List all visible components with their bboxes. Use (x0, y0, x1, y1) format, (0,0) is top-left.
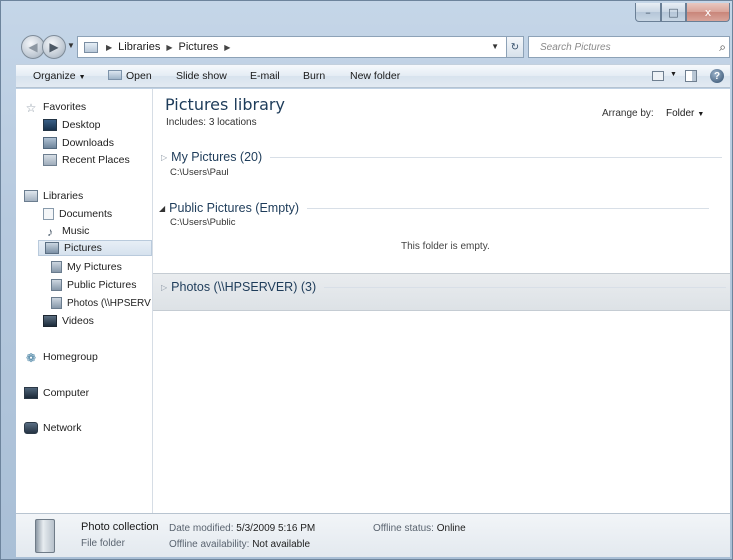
search-input[interactable]: Search Pictures ⌕ (528, 36, 730, 58)
slideshow-button[interactable]: Slide show (176, 70, 227, 82)
chevron-down-icon: ▼ (697, 111, 705, 118)
details-offline-status: Offline status: Online (373, 523, 466, 534)
group-my-pictures[interactable]: ▷ My Pictures (20) (161, 150, 730, 164)
nav-homegroup[interactable]: ❁ Homegroup (24, 349, 98, 365)
nav-my-pictures[interactable]: My Pictures (51, 259, 122, 275)
nav-documents[interactable]: Documents (43, 206, 112, 222)
details-type: File folder (81, 538, 125, 549)
group-divider (270, 156, 723, 158)
back-arrow-icon: ◀ (28, 40, 38, 54)
group-divider (307, 207, 710, 209)
includes-label: Includes: (166, 117, 207, 128)
network-icon (24, 422, 38, 434)
group-path: C:\Users\Paul (170, 167, 229, 178)
navigation-pane: ☆ Favorites Desktop Downloads Recent Plac… (16, 89, 153, 513)
address-row: ◀ ▶ ▼ ▶ Libraries ▶ Pictures ▶ ▼ ↻ Searc… (15, 34, 730, 60)
nav-desktop[interactable]: Desktop (43, 117, 101, 133)
nav-recent-places[interactable]: Recent Places (43, 152, 130, 168)
forward-button[interactable]: ▶ (42, 35, 66, 59)
group-header: ▷ Photos (\\HPSERVER) (3) (161, 280, 726, 294)
page-title: Pictures library (165, 95, 285, 114)
nav-pictures[interactable]: Pictures (38, 240, 152, 256)
burn-button[interactable]: Burn (303, 70, 325, 82)
email-button[interactable]: E-mail (250, 70, 280, 82)
documents-icon (43, 208, 54, 220)
chevron-right-icon[interactable]: ▶ (224, 43, 230, 52)
refresh-button[interactable]: ↻ (506, 36, 524, 58)
organize-menu[interactable]: Organize ▼ (33, 70, 86, 82)
empty-folder-message: This folder is empty. (401, 241, 490, 252)
minimize-button[interactable]: – (635, 3, 661, 22)
includes-locations-link[interactable]: 3 locations (209, 117, 257, 128)
search-icon[interactable]: ⌕ (719, 40, 726, 55)
details-pane: Photo collection File folder Date modifi… (16, 513, 730, 557)
search-placeholder: Search Pictures (540, 41, 611, 53)
forward-arrow-icon: ▶ (49, 40, 59, 54)
maximize-button[interactable]: □ (661, 3, 686, 22)
nav-photos-hpserver[interactable]: Photos (\\HPSERV (51, 295, 151, 311)
open-button[interactable]: Open (108, 70, 152, 82)
collapse-arrow-icon[interactable]: ◢ (159, 204, 165, 213)
library-icon (84, 41, 98, 53)
expand-arrow-icon[interactable]: ▷ (161, 283, 167, 292)
photo-collection-icon (35, 519, 55, 553)
chevron-right-icon[interactable]: ▶ (106, 43, 112, 52)
details-name: Photo collection (81, 521, 159, 533)
nav-network[interactable]: Network (24, 420, 82, 436)
folder-icon (51, 261, 62, 273)
computer-icon (24, 387, 38, 399)
libraries-icon (24, 190, 38, 202)
new-folder-button[interactable]: New folder (350, 70, 400, 82)
star-icon: ☆ (25, 101, 37, 115)
preview-pane-icon[interactable] (685, 70, 697, 82)
help-icon[interactable]: ? (710, 69, 724, 83)
folder-icon (51, 279, 62, 291)
open-icon (108, 70, 122, 80)
music-icon: ♪ (47, 225, 53, 239)
nav-downloads[interactable]: Downloads (43, 135, 114, 151)
arrange-by-dropdown[interactable]: Folder ▼ (666, 108, 704, 119)
nav-videos[interactable]: Videos (43, 313, 94, 329)
recent-places-icon (43, 154, 57, 166)
address-bar[interactable]: ▶ Libraries ▶ Pictures ▶ ▼ (77, 36, 516, 58)
command-bar: Organize ▼ Open Slide show E-mail Burn Ne… (16, 64, 730, 88)
change-view-icon[interactable] (652, 71, 664, 81)
nav-favorites[interactable]: ☆ Favorites (24, 99, 87, 115)
nav-music[interactable]: ♪ Music (43, 223, 89, 239)
window-controls: – □ x (635, 3, 730, 22)
arrange-by-label: Arrange by: (602, 108, 654, 119)
group-divider (324, 286, 726, 288)
nav-libraries[interactable]: Libraries (24, 188, 83, 204)
view-options-chevron-icon[interactable]: ▼ (670, 71, 677, 78)
content-pane: Pictures library Includes: 3 locations A… (153, 89, 730, 513)
explorer-window: – □ x ◀ ▶ ▼ ▶ Libraries ▶ Pictures ▶ ▼ ↻… (0, 0, 733, 560)
downloads-icon (43, 137, 57, 149)
homegroup-icon: ❁ (25, 351, 37, 365)
title-bar: – □ x (1, 1, 733, 31)
address-dropdown-icon[interactable]: ▼ (491, 42, 499, 51)
nav-computer[interactable]: Computer (24, 385, 89, 401)
library-includes: Includes: 3 locations (166, 117, 257, 128)
recent-pages-dropdown[interactable]: ▼ (67, 41, 75, 50)
close-button[interactable]: x (686, 3, 730, 22)
group-public-pictures[interactable]: ◢ Public Pictures (Empty) (159, 201, 730, 215)
group-path: C:\Users\Public (170, 217, 236, 228)
nav-public-pictures[interactable]: Public Pictures (51, 277, 136, 293)
network-folder-icon (51, 297, 62, 309)
expand-arrow-icon[interactable]: ▷ (161, 153, 167, 162)
desktop-icon (43, 119, 57, 131)
group-photos-hpserver[interactable]: ▷ Photos (\\HPSERVER) (3) (153, 273, 730, 311)
chevron-right-icon[interactable]: ▶ (166, 43, 172, 52)
breadcrumb-libraries[interactable]: Libraries (118, 41, 160, 53)
videos-icon (43, 315, 57, 327)
details-date-modified: Date modified: 5/3/2009 5:16 PM (169, 523, 316, 534)
details-offline-availability: Offline availability: Not available (169, 539, 311, 550)
refresh-icon: ↻ (510, 41, 520, 53)
breadcrumb-pictures[interactable]: Pictures (179, 41, 219, 53)
pictures-icon (45, 242, 59, 254)
chevron-down-icon: ▼ (78, 74, 86, 81)
